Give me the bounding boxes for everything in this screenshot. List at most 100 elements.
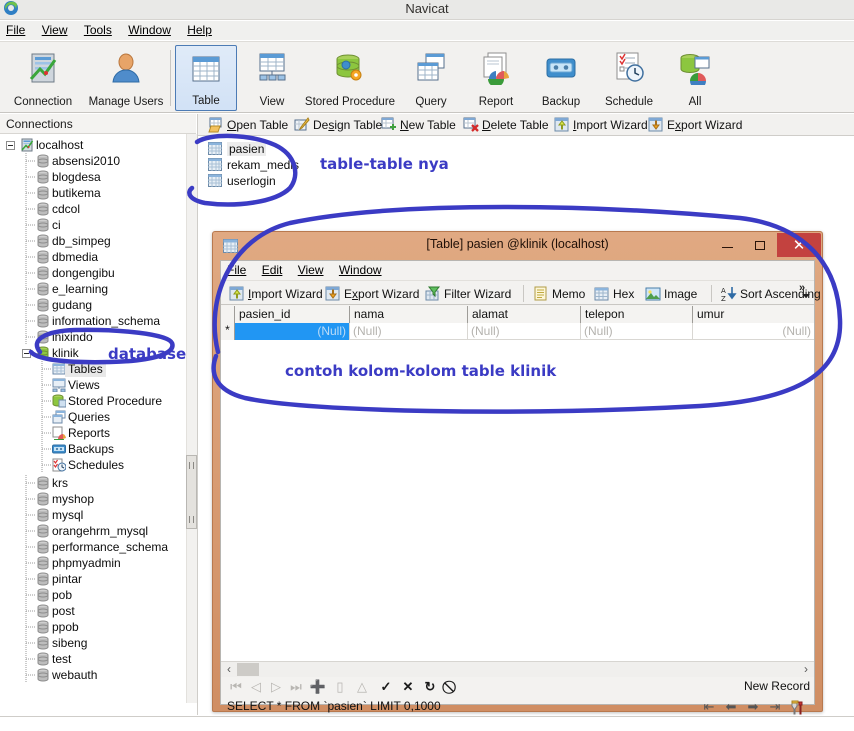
- data-grid[interactable]: pasien_id nama alamat telepon umur * (Nu…: [221, 306, 814, 661]
- toolbar-button-stored-procedure[interactable]: Stored Procedure: [300, 45, 400, 111]
- export-wizard-button[interactable]: Export Wizard: [648, 116, 742, 134]
- database-icon: [37, 250, 49, 264]
- minimize-button[interactable]: [712, 233, 742, 257]
- go-last-page-icon[interactable]: ⇥: [765, 698, 785, 716]
- splitter-grip: [189, 516, 194, 523]
- connection-icon: [21, 138, 34, 152]
- close-button[interactable]: ✕: [777, 233, 821, 257]
- scroll-left-arrow-icon[interactable]: ‹: [221, 662, 237, 677]
- export-wizard-label-post: port Wizard: [681, 118, 743, 132]
- table-window-titlebar[interactable]: [Table] pasien @klinik (localhost) ✕: [213, 232, 822, 260]
- apply-changes-icon[interactable]: ✓: [377, 678, 395, 696]
- table-list-item-userlogin[interactable]: userlogin: [208, 173, 276, 189]
- dialog-image-button[interactable]: Image: [645, 285, 697, 303]
- grid-cell-nama[interactable]: (Null): [350, 323, 468, 340]
- edit-record-icon[interactable]: △: [353, 678, 371, 696]
- scroll-right-arrow-icon[interactable]: ›: [798, 662, 814, 677]
- toolbar-button-schedule[interactable]: Schedule: [594, 45, 664, 111]
- import-wizard-button[interactable]: Import Wizard: [554, 116, 648, 134]
- table-icon: [208, 142, 222, 155]
- grid-header-pasien-id[interactable]: pasien_id: [235, 306, 350, 323]
- new-table-button[interactable]: New Table: [381, 116, 456, 134]
- chevron-down-icon[interactable]: [802, 294, 810, 298]
- go-prev-page-icon[interactable]: ⬅: [721, 698, 741, 716]
- tree-node-label: Stored Procedure: [68, 394, 163, 408]
- toolbar-button-view[interactable]: View: [241, 45, 303, 111]
- dialog-hex-button[interactable]: Hex: [594, 285, 634, 303]
- toolbar-button-all[interactable]: All: [665, 45, 725, 111]
- sql-query-text: SELECT * FROM `pasien` LIMIT 0,1000: [227, 699, 441, 713]
- database-icon: [37, 170, 49, 184]
- toolbar-button-connection[interactable]: Connection: [4, 45, 82, 111]
- next-record-icon[interactable]: ▷: [267, 678, 285, 696]
- expander-klinik[interactable]: [22, 349, 31, 358]
- tree-node-label: webauth: [52, 668, 98, 682]
- dialog-export-wizard-button[interactable]: Export Wizard: [325, 285, 419, 303]
- menu-tools-label: Tools: [83, 23, 112, 37]
- backups-icon: [52, 444, 66, 454]
- grid-header-telepon[interactable]: telepon: [581, 306, 693, 323]
- tree-node-label: absensi2010: [52, 154, 121, 168]
- grid-header-nama[interactable]: nama: [350, 306, 468, 323]
- image-icon: [645, 287, 661, 301]
- dialog-memo-button[interactable]: Memo: [533, 285, 585, 303]
- annotation-database: database: [108, 345, 187, 363]
- dialog-menu-view[interactable]: View: [292, 261, 330, 280]
- first-record-icon[interactable]: ⏮: [227, 678, 245, 696]
- grid-horizontal-scrollbar[interactable]: ‹ ›: [221, 661, 814, 677]
- refresh-icon[interactable]: ↻: [421, 678, 439, 696]
- grid-cell-alamat[interactable]: (Null): [468, 323, 581, 340]
- filter-tools-icon[interactable]: [787, 698, 807, 716]
- toolbar-button-backup[interactable]: Backup: [530, 45, 592, 111]
- stored-procedure-icon: [52, 394, 66, 408]
- tree-scroll-column[interactable]: [186, 134, 197, 703]
- menu-file[interactable]: File: [0, 21, 32, 40]
- database-icon: [37, 540, 49, 554]
- menu-tools[interactable]: Tools: [78, 21, 119, 40]
- grid-header-umur[interactable]: umur: [693, 306, 814, 323]
- table-row[interactable]: * (Null) (Null) (Null) (Null) (Null): [221, 323, 814, 340]
- scrollbar-thumb[interactable]: [237, 663, 259, 676]
- tree-node-label: ppob: [52, 620, 79, 634]
- expander-localhost[interactable]: [6, 141, 15, 150]
- dialog-menu-file[interactable]: File: [221, 261, 252, 280]
- cancel-changes-icon[interactable]: ✕: [399, 678, 417, 696]
- toolbar-button-query[interactable]: Query: [400, 45, 462, 111]
- open-table-button[interactable]: Open Table: [208, 116, 288, 134]
- dialog-import-wizard-button[interactable]: Import Wizard: [229, 285, 323, 303]
- database-icon: [37, 314, 49, 328]
- table-list-item-rekam-medis[interactable]: rekam_medis: [208, 157, 299, 173]
- last-record-icon[interactable]: ⏭: [287, 678, 305, 696]
- table-list-item-pasien[interactable]: pasien: [208, 141, 267, 157]
- row-marker: *: [221, 323, 235, 340]
- toolbar-button-table[interactable]: Table: [175, 45, 237, 111]
- delete-record-icon[interactable]: ▯: [331, 678, 349, 696]
- dialog-filter-wizard-button[interactable]: Filter Wizard: [425, 285, 511, 303]
- pane-splitter-handle[interactable]: [186, 455, 197, 529]
- connections-pane-header: Connections: [0, 114, 196, 134]
- delete-table-button[interactable]: Delete Table: [463, 116, 549, 134]
- stop-icon[interactable]: ⃠: [443, 678, 461, 696]
- prev-record-icon[interactable]: ◁: [247, 678, 265, 696]
- go-next-page-icon[interactable]: ➡: [743, 698, 763, 716]
- design-table-button[interactable]: Design Table: [294, 116, 382, 134]
- menu-window[interactable]: Window: [122, 21, 178, 40]
- grid-cell-telepon[interactable]: (Null): [581, 323, 693, 340]
- insert-record-icon[interactable]: ➕: [309, 678, 327, 696]
- all-icon: [680, 54, 710, 85]
- go-first-page-icon[interactable]: ⇤: [699, 698, 719, 716]
- grid-cell-pasien-id[interactable]: (Null): [235, 323, 350, 340]
- grid-cell-umur[interactable]: (Null): [693, 323, 814, 340]
- connections-tree[interactable]: localhost absensi2010 blogdesa butikema cdc…: [0, 134, 186, 703]
- toolbar-button-stored-procedure-label: Stored Procedure: [304, 96, 396, 108]
- dialog-menu-edit[interactable]: Edit: [256, 261, 289, 280]
- toolbar-button-report[interactable]: Report: [465, 45, 527, 111]
- grid-header-alamat[interactable]: alamat: [468, 306, 581, 323]
- table-list-item-userlogin-label: userlogin: [227, 174, 276, 188]
- toolbar-button-manage-users[interactable]: Manage Users: [84, 45, 168, 111]
- chevron-double-right-icon[interactable]: »: [799, 282, 811, 294]
- menu-help[interactable]: Help: [181, 21, 219, 40]
- maximize-button[interactable]: [745, 233, 775, 257]
- dialog-menu-window[interactable]: Window: [333, 261, 388, 280]
- menu-view[interactable]: View: [36, 21, 75, 40]
